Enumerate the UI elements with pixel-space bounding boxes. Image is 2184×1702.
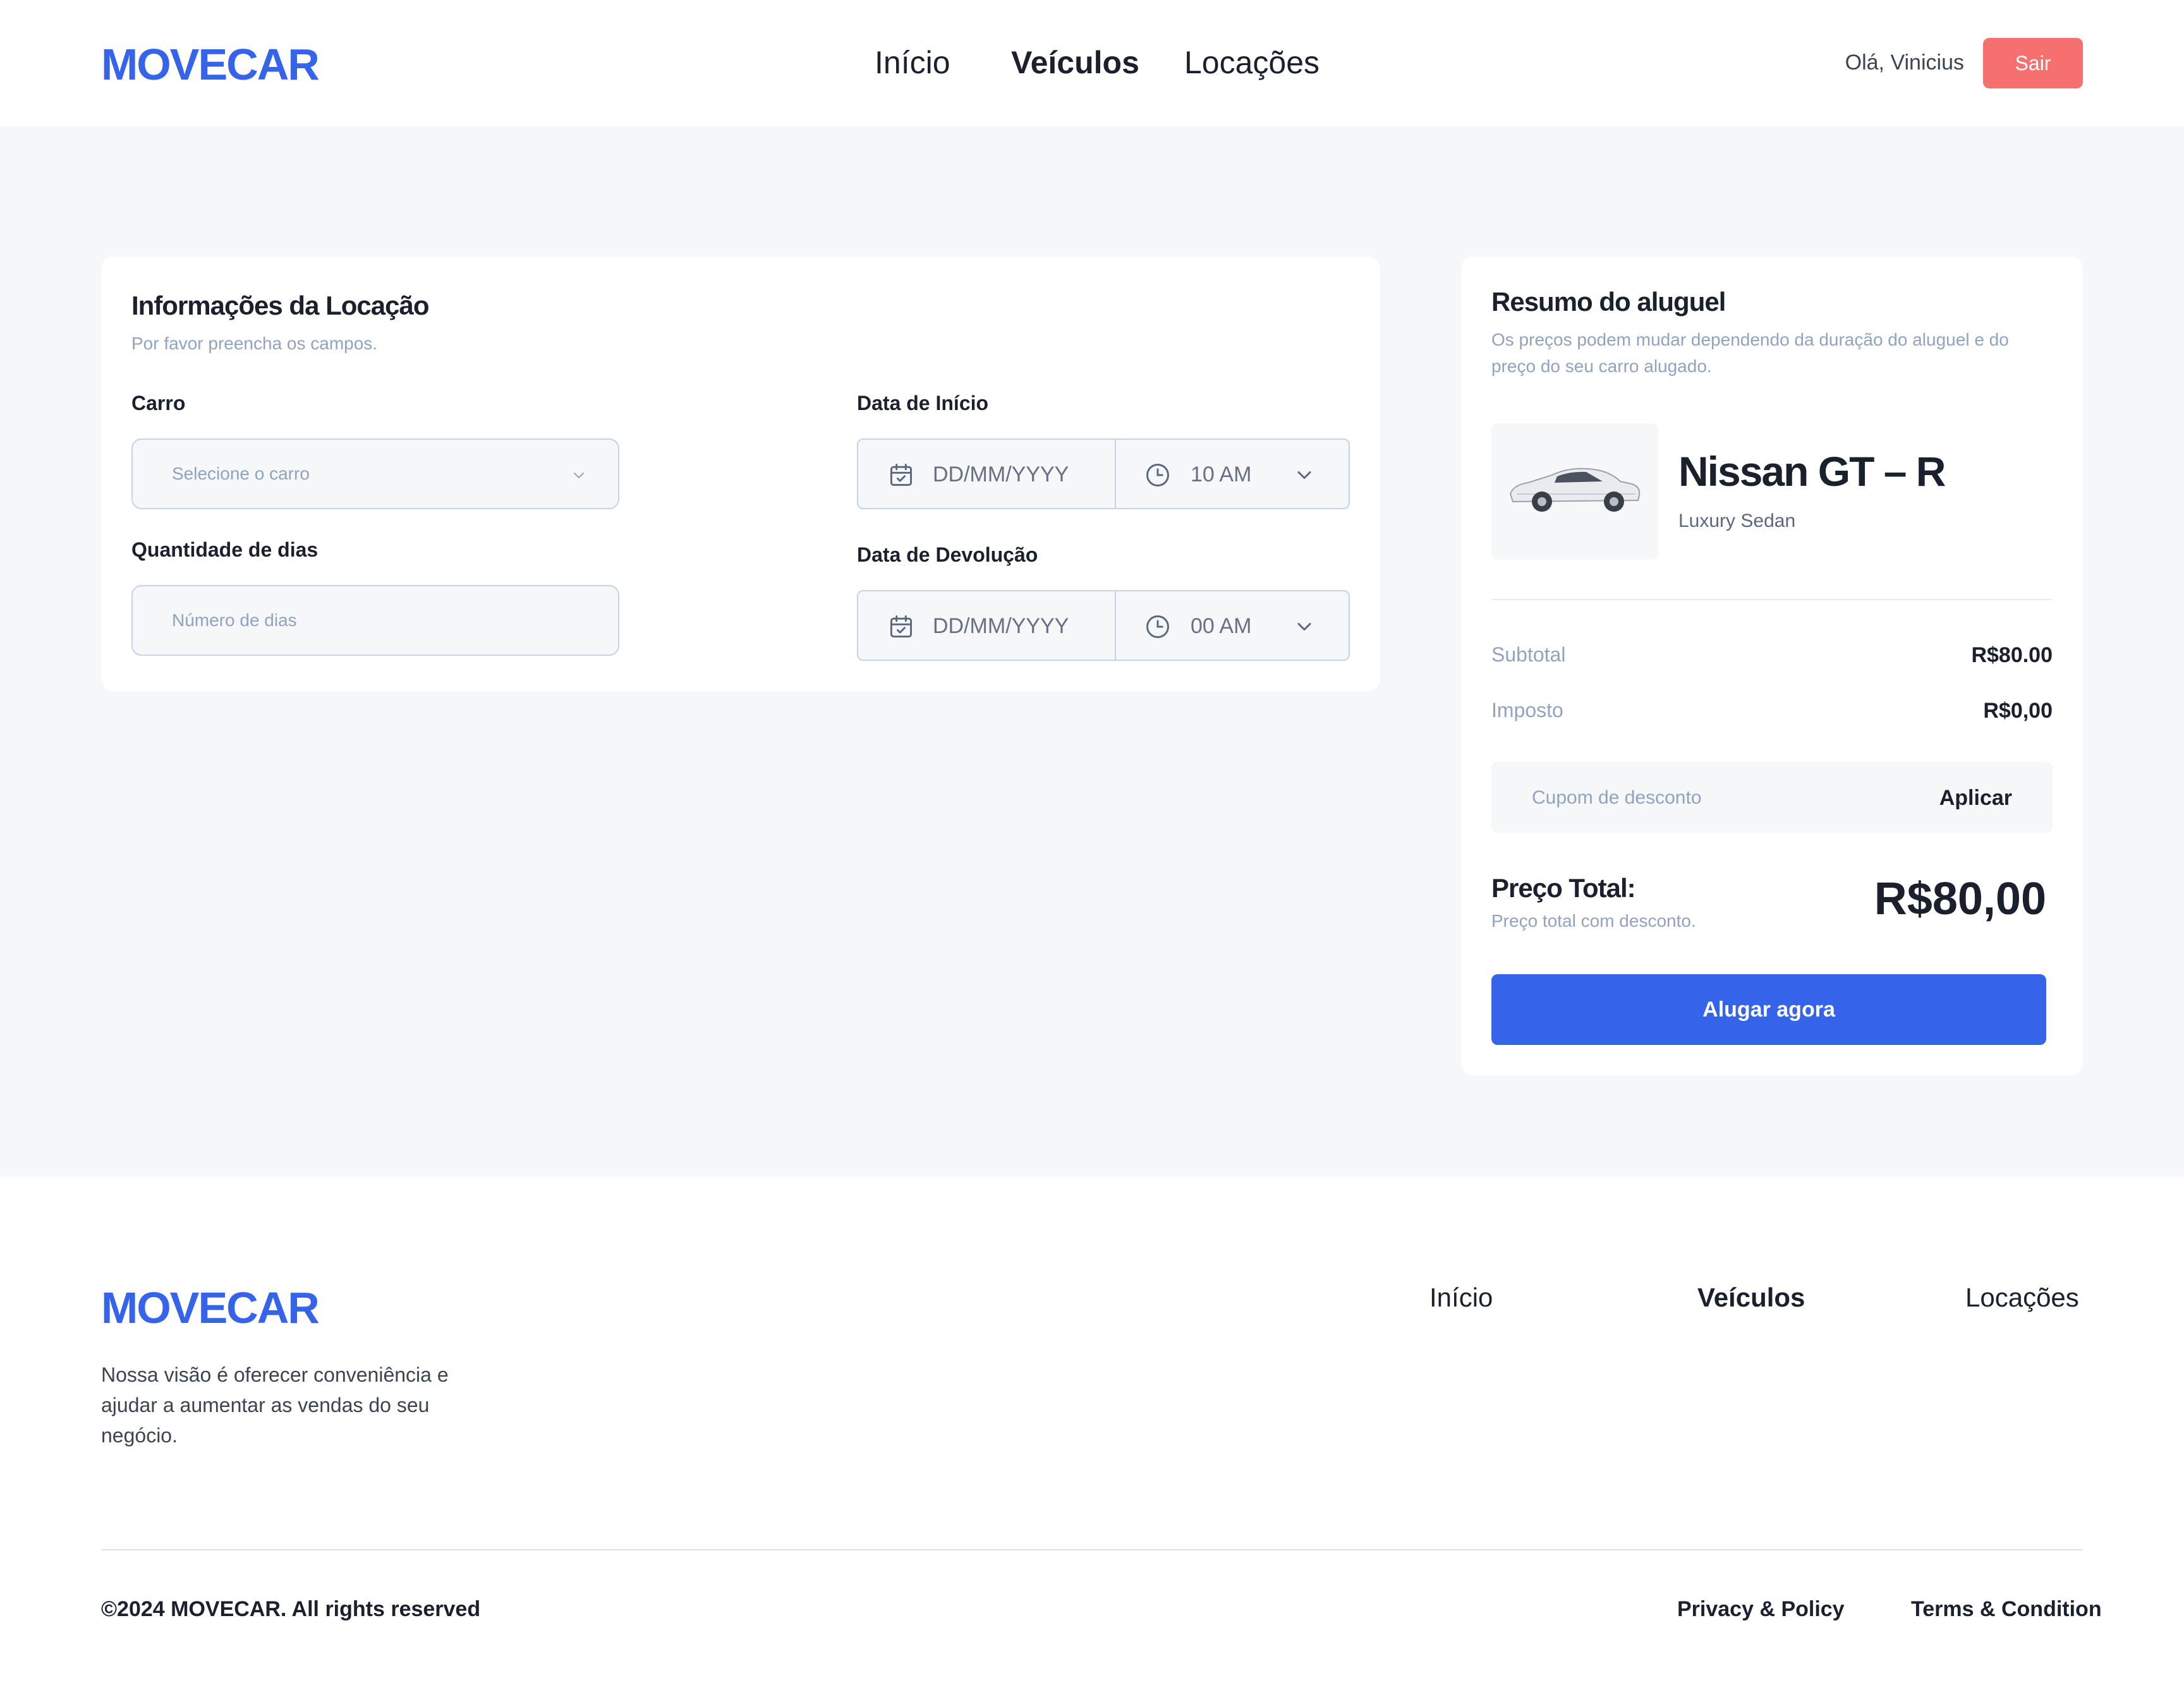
terms-link[interactable]: Terms & Condition bbox=[1911, 1597, 2102, 1622]
main-content: Informações da Locação Por favor preench… bbox=[0, 126, 2184, 1176]
footer-description: Nossa visão é oferecer conveniência e aj… bbox=[101, 1360, 480, 1451]
footer: MOVECAR Nossa visão é oferecer conveniên… bbox=[0, 1176, 2184, 1702]
footer-desc-line: negócio. bbox=[101, 1424, 178, 1447]
clock-icon bbox=[1146, 615, 1169, 638]
start-time-select[interactable]: 10 AM bbox=[1191, 462, 1251, 487]
calendar-icon bbox=[890, 464, 913, 486]
footer-divider bbox=[101, 1549, 2083, 1550]
nav-locacoes[interactable]: Locações bbox=[1184, 44, 1320, 81]
rent-now-button[interactable]: Alugar agora bbox=[1491, 974, 2046, 1045]
summary-subtitle-line1: Os preços podem mudar dependendo da dura… bbox=[1491, 330, 2009, 349]
footer-link-inicio[interactable]: Início bbox=[1429, 1283, 1493, 1313]
footer-link-locacoes[interactable]: Locações bbox=[1965, 1283, 2079, 1313]
footer-logo[interactable]: MOVECAR bbox=[101, 1283, 320, 1333]
footer-link-veiculos[interactable]: Veículos bbox=[1697, 1283, 1805, 1313]
total-subtitle: Preço total com desconto. bbox=[1491, 911, 1696, 931]
days-label: Quantidade de dias bbox=[131, 538, 318, 561]
footer-desc-line: ajudar a aumentar as vendas do seu bbox=[101, 1394, 430, 1416]
subtotal-value: R$80.00 bbox=[1971, 643, 2053, 667]
days-input[interactable]: Número de dias bbox=[131, 585, 619, 656]
privacy-policy-link[interactable]: Privacy & Policy bbox=[1677, 1597, 1845, 1622]
car-select[interactable]: Selecione o carro bbox=[131, 438, 619, 509]
rental-info-card: Informações da Locação Por favor preench… bbox=[101, 257, 1380, 691]
form-subtitle: Por favor preencha os campos. bbox=[131, 334, 378, 353]
summary-subtitle-line2: preço do seu carro alugado. bbox=[1491, 356, 1712, 376]
chevron-down-icon[interactable] bbox=[1293, 464, 1316, 486]
chevron-down-icon[interactable] bbox=[1293, 615, 1316, 638]
start-date-input[interactable]: DD/MM/YYYY bbox=[933, 462, 1069, 487]
total-label: Preço Total: bbox=[1491, 873, 1636, 903]
coupon-input[interactable]: Cupom de desconto bbox=[1532, 787, 1702, 809]
return-date-label: Data de Devolução bbox=[857, 543, 1038, 566]
divider bbox=[1115, 591, 1116, 660]
car-select-placeholder: Selecione o carro bbox=[172, 464, 310, 483]
nav-inicio[interactable]: Início bbox=[875, 44, 950, 81]
apply-coupon-button[interactable]: Aplicar bbox=[1939, 786, 2012, 811]
coupon-field: Cupom de desconto Aplicar bbox=[1491, 762, 2053, 833]
start-datetime-field: DD/MM/YYYY 10 AM bbox=[857, 438, 1350, 509]
clock-icon bbox=[1146, 464, 1169, 486]
return-datetime-field: DD/MM/YYYY 00 AM bbox=[857, 590, 1350, 661]
car-name: Nissan GT – R bbox=[1678, 448, 1946, 495]
days-input-placeholder: Número de dias bbox=[172, 610, 297, 630]
car-label: Carro bbox=[131, 392, 186, 414]
top-header: MOVECAR Início Veículos Locações Olá, Vi… bbox=[0, 0, 2184, 126]
footer-desc-line: Nossa visão é oferecer conveniência e bbox=[101, 1363, 449, 1386]
car-type: Luxury Sedan bbox=[1678, 510, 1796, 531]
logo[interactable]: MOVECAR bbox=[101, 39, 320, 90]
logout-button[interactable]: Sair bbox=[1983, 38, 2083, 88]
car-illustration bbox=[1509, 468, 1641, 512]
nav-veiculos[interactable]: Veículos bbox=[1011, 44, 1139, 81]
total-value: R$80,00 bbox=[1874, 874, 2046, 924]
summary-title: Resumo do aluguel bbox=[1491, 287, 1726, 317]
tax-value: R$0,00 bbox=[1983, 699, 2053, 723]
return-date-input[interactable]: DD/MM/YYYY bbox=[933, 614, 1069, 639]
car-image bbox=[1491, 423, 1658, 560]
calendar-icon bbox=[890, 615, 913, 638]
user-greeting: Olá, Vinicius bbox=[1845, 51, 1964, 75]
form-title: Informações da Locação bbox=[131, 291, 429, 320]
rental-summary-card: Resumo do aluguel Os preços podem mudar … bbox=[1461, 257, 2083, 1075]
start-date-label: Data de Início bbox=[857, 392, 989, 414]
return-time-select[interactable]: 00 AM bbox=[1191, 614, 1251, 639]
divider bbox=[1491, 599, 2053, 600]
chevron-down-icon bbox=[574, 473, 584, 478]
divider bbox=[1115, 440, 1116, 508]
subtotal-label: Subtotal bbox=[1491, 643, 1566, 666]
copyright: ©2024 MOVECAR. All rights reserved bbox=[101, 1597, 481, 1621]
tax-label: Imposto bbox=[1491, 699, 1563, 721]
